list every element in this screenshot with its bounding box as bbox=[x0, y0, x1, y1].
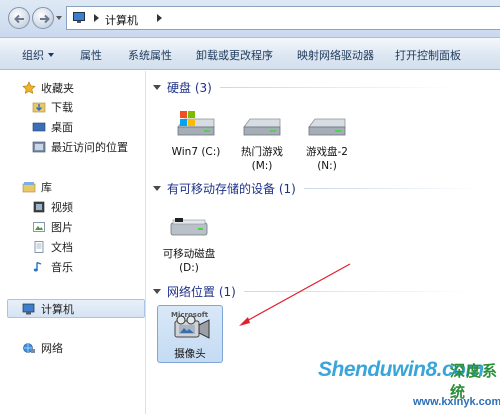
nav-computer-label: 计算机 bbox=[41, 303, 74, 316]
music-icon bbox=[33, 261, 42, 272]
nav-videos-label: 视频 bbox=[51, 201, 73, 214]
map-drive-label: 映射网络驱动器 bbox=[297, 49, 374, 62]
network-icon bbox=[23, 343, 35, 353]
forward-arrow-icon bbox=[40, 14, 50, 24]
properties-button[interactable]: 属性 bbox=[80, 47, 102, 63]
recent-places-icon bbox=[32, 141, 46, 153]
uninstall-label: 卸载或更改程序 bbox=[196, 49, 273, 62]
nav-libraries-label: 库 bbox=[41, 181, 52, 194]
navigation-pane: 收藏夹 下载 桌面 最近访问的位置 库 视频 图片 文档 音乐 计算机 网络 bbox=[0, 71, 146, 414]
organize-menu[interactable]: 组织 bbox=[22, 47, 54, 63]
breadcrumb-computer[interactable]: 计算机 bbox=[105, 12, 138, 28]
documents-icon bbox=[34, 241, 44, 253]
computer-icon bbox=[22, 303, 35, 315]
nav-desktop[interactable]: 桌面 bbox=[32, 118, 73, 136]
control-panel-label: 打开控制面板 bbox=[395, 49, 461, 62]
command-bar: 组织 属性 系统属性 卸载或更改程序 映射网络驱动器 打开控制面板 bbox=[0, 38, 500, 70]
star-icon bbox=[22, 81, 36, 94]
nav-network-label: 网络 bbox=[41, 342, 63, 355]
nav-network[interactable]: 网络 bbox=[22, 339, 63, 357]
nav-videos[interactable]: 视频 bbox=[32, 198, 73, 216]
nav-recent[interactable]: 最近访问的位置 bbox=[32, 138, 128, 156]
nav-pictures[interactable]: 图片 bbox=[32, 218, 73, 236]
nav-documents[interactable]: 文档 bbox=[32, 238, 73, 256]
address-input[interactable]: 计算机 bbox=[66, 6, 500, 30]
libraries-icon bbox=[22, 182, 36, 193]
breadcrumb-chevron-icon[interactable] bbox=[157, 14, 162, 22]
computer-icon bbox=[73, 12, 85, 23]
address-bar-region: 计算机 bbox=[0, 0, 500, 38]
downloads-folder-icon bbox=[32, 102, 46, 113]
nav-favorites[interactable]: 收藏夹 bbox=[22, 79, 74, 97]
system-properties-label: 系统属性 bbox=[128, 49, 172, 62]
properties-label: 属性 bbox=[80, 49, 102, 62]
uninstall-button[interactable]: 卸载或更改程序 bbox=[196, 47, 273, 63]
back-button[interactable] bbox=[8, 7, 30, 29]
nav-recent-label: 最近访问的位置 bbox=[51, 141, 128, 154]
nav-downloads[interactable]: 下载 bbox=[32, 98, 73, 116]
nav-downloads-label: 下载 bbox=[51, 101, 73, 114]
breadcrumb-chevron-icon[interactable] bbox=[94, 14, 99, 22]
back-arrow-icon bbox=[14, 14, 24, 24]
chevron-down-icon bbox=[48, 53, 54, 57]
pictures-icon bbox=[33, 222, 45, 232]
nav-music[interactable]: 音乐 bbox=[32, 258, 73, 276]
recent-pages-dropdown[interactable] bbox=[56, 16, 62, 20]
nav-documents-label: 文档 bbox=[51, 241, 73, 254]
system-properties-button[interactable]: 系统属性 bbox=[128, 47, 172, 63]
nav-libraries[interactable]: 库 bbox=[22, 178, 52, 196]
map-drive-button[interactable]: 映射网络驱动器 bbox=[297, 47, 374, 63]
forward-button[interactable] bbox=[32, 7, 54, 29]
nav-computer[interactable]: 计算机 bbox=[22, 300, 74, 318]
desktop-icon bbox=[32, 122, 46, 132]
control-panel-button[interactable]: 打开控制面板 bbox=[395, 47, 461, 63]
nav-favorites-label: 收藏夹 bbox=[41, 82, 74, 95]
nav-pictures-label: 图片 bbox=[51, 221, 73, 234]
organize-label: 组织 bbox=[22, 49, 44, 62]
site-watermark: Shenduwin8.com 深度系统 www.kxinyk.com bbox=[318, 358, 500, 414]
watermark-url: www.kxinyk.com bbox=[413, 396, 500, 408]
videos-icon bbox=[33, 201, 45, 213]
nav-desktop-label: 桌面 bbox=[51, 121, 73, 134]
nav-music-label: 音乐 bbox=[51, 261, 73, 274]
